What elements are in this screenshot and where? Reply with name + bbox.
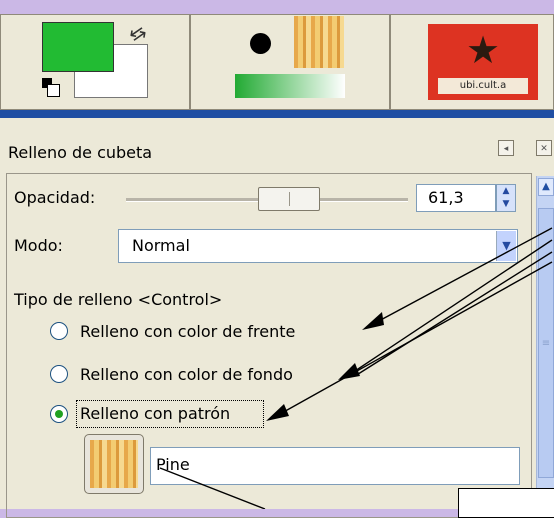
fill-option-fg-label[interactable]: Relleno con color de frente	[80, 322, 295, 342]
opacity-value[interactable]: 61,3	[428, 188, 464, 208]
radio-pattern-fill[interactable]	[50, 405, 68, 423]
pattern-name-field[interactable]	[150, 447, 520, 485]
pattern-name: Pine	[156, 455, 190, 474]
pattern-indicator[interactable]	[294, 16, 344, 68]
foreground-color-swatch[interactable]	[42, 22, 114, 72]
radio-bg-fill[interactable]	[50, 365, 68, 383]
chevron-down-icon[interactable]: ▼	[496, 231, 516, 261]
close-icon[interactable]: ✕	[536, 140, 552, 156]
opacity-spin-buttons[interactable]: ▲ ▼	[496, 184, 516, 212]
callout-box	[458, 488, 554, 518]
spin-up-icon[interactable]: ▲	[497, 185, 515, 198]
fill-option-bg-label[interactable]: Relleno con color de fondo	[80, 365, 293, 385]
selection-bar	[0, 110, 554, 118]
radio-fg-fill[interactable]	[50, 322, 68, 340]
scroll-thumb[interactable]: ≡	[538, 208, 554, 478]
mode-value[interactable]: Normal	[132, 236, 190, 256]
default-colors-icon[interactable]	[42, 78, 64, 98]
tab-menu-icon[interactable]: ◂	[498, 140, 514, 156]
opacity-slider-handle[interactable]	[258, 187, 320, 211]
spin-down-icon[interactable]: ▼	[497, 198, 515, 211]
image-thumbnail-label: ubi.cult.a	[438, 78, 528, 94]
gradient-indicator[interactable]	[235, 74, 345, 98]
dock-title: Relleno de cubeta	[8, 143, 153, 162]
opacity-label: Opacidad:	[14, 188, 96, 207]
pattern-preview[interactable]	[90, 440, 138, 488]
star-icon: ★	[465, 28, 501, 72]
fill-type-label: Tipo de relleno <Control>	[14, 290, 223, 309]
fill-option-pattern-label[interactable]: Relleno con patrón	[80, 404, 230, 424]
brush-indicator[interactable]	[250, 33, 271, 54]
mode-label: Modo:	[14, 236, 63, 255]
scroll-up-icon[interactable]: ▲	[538, 178, 554, 196]
